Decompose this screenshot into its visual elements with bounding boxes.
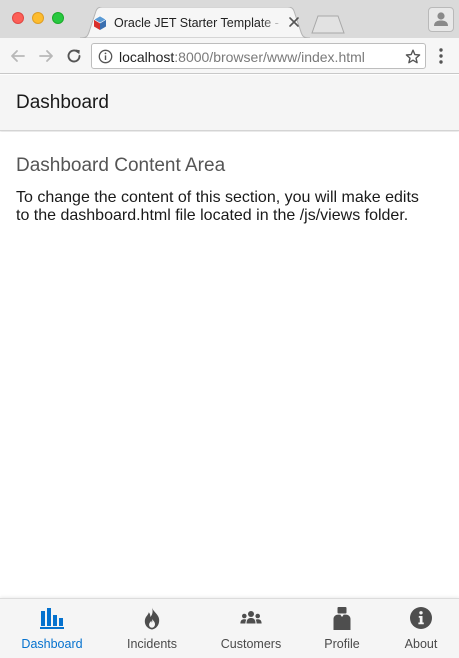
kebab-menu-icon[interactable] <box>432 46 450 66</box>
window-minimize-button[interactable] <box>32 12 44 24</box>
main-content: Dashboard Content Area To change the con… <box>0 132 459 598</box>
url-path: :8000/browser/www/index.html <box>174 49 365 65</box>
url-host: localhost <box>119 49 175 65</box>
browser-toolbar: localhost:8000/browser/www/index.html <box>0 38 459 74</box>
oracle-jet-logo-icon <box>93 15 107 30</box>
info-circle-icon <box>410 607 432 629</box>
nav-label-customers: Customers <box>220 637 282 651</box>
nav-item-customers[interactable]: Customers <box>205 599 297 658</box>
page-title: Dashboard <box>16 92 109 113</box>
fire-icon <box>144 607 160 630</box>
content-body: To change the content of this section, y… <box>16 189 419 224</box>
nav-item-incidents[interactable]: Incidents <box>106 599 198 658</box>
nav-label-about: About <box>404 637 438 651</box>
info-icon[interactable] <box>98 49 113 64</box>
tab-title-fade <box>260 13 284 33</box>
star-icon[interactable] <box>404 48 422 66</box>
app-header: Dashboard <box>0 75 459 131</box>
reload-icon[interactable] <box>63 45 85 67</box>
nav-label-dashboard: Dashboard <box>21 637 83 651</box>
window-close-button[interactable] <box>12 12 24 24</box>
new-tab-button[interactable] <box>310 14 346 34</box>
bottom-nav: Dashboard Incidents Customers Profile Ab… <box>0 598 459 658</box>
browser-chrome: Oracle JET Starter Template - localhost:… <box>0 0 459 74</box>
nav-label-incidents: Incidents <box>126 637 178 651</box>
close-icon[interactable] <box>286 14 302 30</box>
person-badge-icon <box>333 607 351 630</box>
browser-tab[interactable]: Oracle JET Starter Template - <box>80 7 310 38</box>
forward-arrow-icon[interactable] <box>35 45 57 67</box>
back-arrow-icon[interactable] <box>7 45 29 67</box>
content-heading: Dashboard Content Area <box>16 155 226 176</box>
bar-chart-icon <box>40 608 64 629</box>
url-text: localhost:8000/browser/www/index.html <box>119 49 365 65</box>
window-maximize-button[interactable] <box>52 12 64 24</box>
address-bar[interactable]: localhost:8000/browser/www/index.html <box>91 43 426 69</box>
nav-item-about[interactable]: About <box>375 599 459 658</box>
tab-strip: Oracle JET Starter Template - <box>0 0 459 38</box>
tab-title: Oracle JET Starter Template - <box>114 16 279 30</box>
nav-item-dashboard[interactable]: Dashboard <box>6 599 98 658</box>
people-icon <box>240 611 262 624</box>
profile-icon <box>434 12 448 26</box>
profile-button[interactable] <box>428 7 454 32</box>
